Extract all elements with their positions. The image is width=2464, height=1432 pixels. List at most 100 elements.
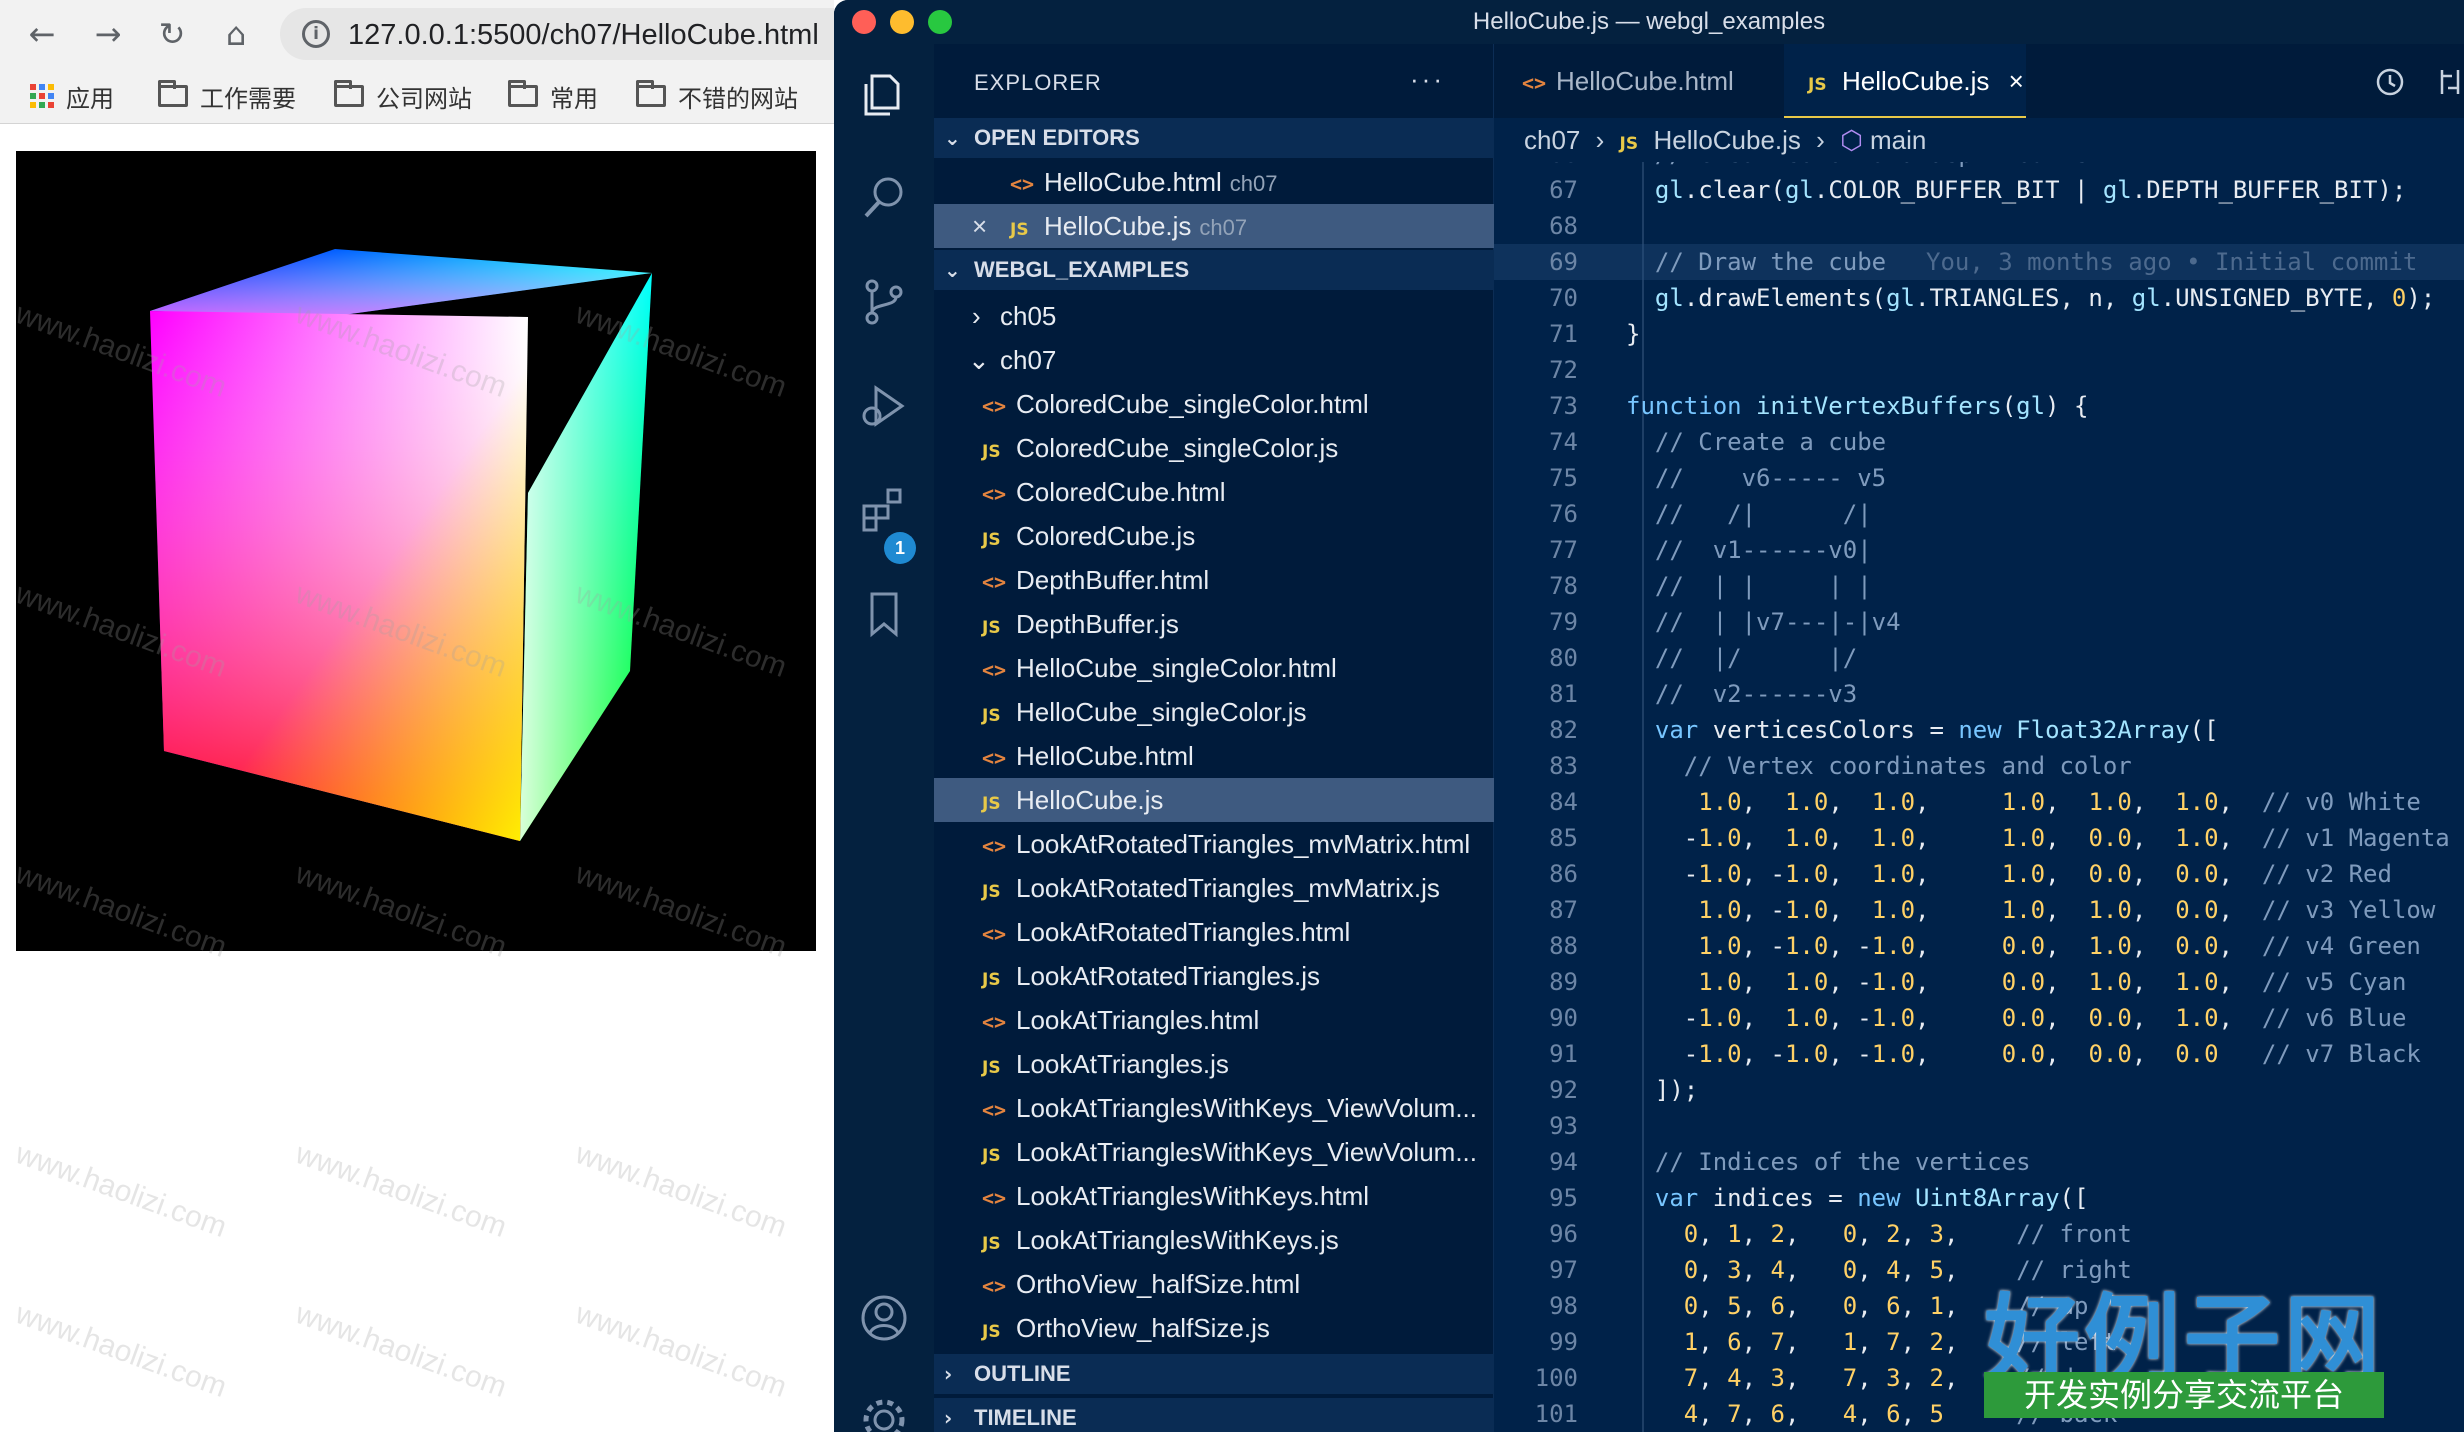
bookmark-folder[interactable]: 工作需要 (158, 80, 296, 113)
tab-label: HelloCube.js (1842, 66, 1990, 96)
file-item[interactable]: <> LookAtRotatedTriangles.html (934, 910, 1494, 954)
reload-icon[interactable]: ↻ (152, 14, 192, 54)
close-icon[interactable]: × (972, 204, 987, 248)
code-line[interactable]: 74 // Create a cube (1494, 424, 2464, 460)
close-tab-icon[interactable]: × (2009, 66, 2024, 96)
code-line[interactable]: 87 1.0, -1.0, 1.0, 1.0, 1.0, 0.0, // v3 … (1494, 892, 2464, 928)
open-editors-section[interactable]: ⌄ OPEN EDITORS (934, 118, 1494, 158)
code-line[interactable]: 96 0, 1, 2, 0, 2, 3, // front (1494, 1216, 2464, 1252)
outline-section[interactable]: › OUTLINE (934, 1354, 1494, 1394)
breadcrumb-symbol[interactable]: main (1870, 125, 1926, 155)
extensions-icon[interactable] (858, 484, 910, 536)
code-line[interactable]: 78 // | | | | (1494, 568, 2464, 604)
code-line[interactable]: 92 ]); (1494, 1072, 2464, 1108)
file-item[interactable]: JS HelloCube_singleColor.js (934, 690, 1494, 734)
open-editor-item[interactable]: <> HelloCube.html ch07 (934, 160, 1494, 204)
code-line[interactable]: 79 // | |v7---|-|v4 (1494, 604, 2464, 640)
home-icon[interactable]: ⌂ (216, 14, 256, 54)
settings-gear-icon[interactable] (858, 1394, 910, 1432)
code-line[interactable]: 90 -1.0, 1.0, -1.0, 0.0, 0.0, 1.0, // v6… (1494, 1000, 2464, 1036)
code-line[interactable]: 81 // v2------v3 (1494, 676, 2464, 712)
webgl-canvas[interactable] (16, 151, 816, 951)
file-item[interactable]: JS LookAtRotatedTriangles.js (934, 954, 1494, 998)
code-line[interactable]: 66 // Clear color and depth buffer (1494, 162, 2464, 172)
more-actions-icon[interactable]: ··· (1410, 64, 1445, 95)
code-line[interactable]: 89 1.0, 1.0, -1.0, 0.0, 1.0, 1.0, // v5 … (1494, 964, 2464, 1000)
code-line[interactable]: 70 gl.drawElements(gl.TRIANGLES, n, gl.U… (1494, 280, 2464, 316)
apps-icon (30, 84, 54, 108)
code-line[interactable]: 82 var verticesColors = new Float32Array… (1494, 712, 2464, 748)
forward-icon[interactable]: → (88, 14, 128, 54)
line-number: 98 (1549, 1292, 1578, 1320)
timeline-history-icon[interactable] (2374, 66, 2406, 98)
code-line[interactable]: 80 // |/ |/ (1494, 640, 2464, 676)
file-item[interactable]: JS DepthBuffer.js (934, 602, 1494, 646)
folder-item[interactable]: › ch05 (934, 294, 1494, 338)
file-item[interactable]: JS LookAtTrianglesWithKeys_ViewVolum... (934, 1130, 1494, 1174)
back-icon[interactable]: ← (22, 14, 62, 54)
breadcrumb-folder[interactable]: ch07 (1524, 125, 1580, 155)
code-line[interactable]: 88 1.0, -1.0, -1.0, 0.0, 1.0, 0.0, // v4… (1494, 928, 2464, 964)
watermark-text: www.haolizi.com (571, 1297, 791, 1404)
file-item[interactable]: JS LookAtRotatedTriangles_mvMatrix.js (934, 866, 1494, 910)
code-line[interactable]: 73 function initVertexBuffers(gl) { (1494, 388, 2464, 424)
code-line[interactable]: 69 // Draw the cube You, 3 months ago • I… (1494, 244, 2464, 280)
code-line[interactable]: 68 (1494, 208, 2464, 244)
compare-changes-icon[interactable] (2434, 66, 2464, 98)
code-line[interactable]: 93 (1494, 1108, 2464, 1144)
bookmark-folder[interactable]: 常用 (508, 80, 598, 113)
timeline-section[interactable]: › TIMELINE (934, 1398, 1494, 1432)
file-item[interactable]: JS LookAtTrianglesWithKeys.js (934, 1218, 1494, 1262)
bookmark-icon[interactable] (858, 588, 910, 640)
file-item[interactable]: JS HelloCube.js (934, 778, 1494, 822)
file-item[interactable]: <> LookAtRotatedTriangles_mvMatrix.html (934, 822, 1494, 866)
folder-item[interactable]: ⌄ ch07 (934, 338, 1494, 382)
code-line[interactable]: 83 // Vertex coordinates and color (1494, 748, 2464, 784)
code-line[interactable]: 91 -1.0, -1.0, -1.0, 0.0, 0.0, 0.0 // v7… (1494, 1036, 2464, 1072)
file-item[interactable]: <> DepthBuffer.html (934, 558, 1494, 602)
file-item[interactable]: <> OrthoView_halfSize.html (934, 1262, 1494, 1306)
tab-hellocube-js[interactable]: JS HelloCube.js × (1784, 44, 2026, 118)
workspace-section[interactable]: ⌄ WEBGL_EXAMPLES (934, 250, 1494, 290)
info-icon[interactable]: i (302, 20, 330, 48)
code-line[interactable]: 85 -1.0, 1.0, 1.0, 1.0, 0.0, 1.0, // v1 … (1494, 820, 2464, 856)
url-text[interactable]: 127.0.0.1:5500/ch07/HelloCube.html (348, 19, 819, 52)
file-item[interactable]: JS ColoredCube.js (934, 514, 1494, 558)
bookmark-apps[interactable]: 应用 (30, 80, 114, 113)
bookmark-label: 不错的网站 (678, 85, 798, 113)
breadcrumb-file[interactable]: HelloCube.js (1654, 125, 1801, 155)
run-debug-icon[interactable] (858, 380, 910, 432)
code-line[interactable]: 67 gl.clear(gl.COLOR_BUFFER_BIT | gl.DEP… (1494, 172, 2464, 208)
code-line[interactable]: 71} (1494, 316, 2464, 352)
code-line[interactable]: 76 // /| /| (1494, 496, 2464, 532)
account-icon[interactable] (858, 1292, 910, 1344)
code-editor[interactable]: 66 // Clear color and depth buffer67 gl.… (1494, 162, 2464, 1432)
code-line[interactable]: 94 // Indices of the vertices (1494, 1144, 2464, 1180)
bookmark-folder[interactable]: 不错的网站 (636, 80, 798, 113)
file-item[interactable]: <> ColoredCube_singleColor.html (934, 382, 1494, 426)
code-line[interactable]: 86 -1.0, -1.0, 1.0, 1.0, 0.0, 0.0, // v2… (1494, 856, 2464, 892)
address-bar[interactable]: i 127.0.0.1:5500/ch07/HelloCube.html (280, 8, 834, 60)
open-editor-item[interactable]: × JS HelloCube.js ch07 (934, 204, 1494, 248)
tab-hellocube-html[interactable]: <> HelloCube.html (1514, 44, 1778, 118)
code-line[interactable]: 84 1.0, 1.0, 1.0, 1.0, 1.0, 1.0, // v0 W… (1494, 784, 2464, 820)
file-item[interactable]: JS LookAtTriangles.js (934, 1042, 1494, 1086)
code-line[interactable]: 95 var indices = new Uint8Array([ (1494, 1180, 2464, 1216)
file-item[interactable]: JS OrthoView_halfSize.js (934, 1306, 1494, 1350)
file-item[interactable]: <> LookAtTrianglesWithKeys.html (934, 1174, 1494, 1218)
bookmark-label: 公司网站 (376, 85, 472, 113)
bookmark-folder[interactable]: 公司网站 (334, 80, 472, 113)
file-item[interactable]: <> HelloCube.html (934, 734, 1494, 778)
code-line[interactable]: 72 (1494, 352, 2464, 388)
line-number: 96 (1549, 1220, 1578, 1248)
code-line[interactable]: 75 // v6----- v5 (1494, 460, 2464, 496)
explorer-icon[interactable] (858, 68, 910, 120)
search-icon[interactable] (858, 172, 910, 224)
file-item[interactable]: <> LookAtTrianglesWithKeys_ViewVolum... (934, 1086, 1494, 1130)
source-control-icon[interactable] (858, 276, 910, 328)
file-item[interactable]: <> LookAtTriangles.html (934, 998, 1494, 1042)
file-item[interactable]: <> ColoredCube.html (934, 470, 1494, 514)
file-item[interactable]: <> HelloCube_singleColor.html (934, 646, 1494, 690)
file-item[interactable]: JS ColoredCube_singleColor.js (934, 426, 1494, 470)
code-line[interactable]: 77 // v1------v0| (1494, 532, 2464, 568)
